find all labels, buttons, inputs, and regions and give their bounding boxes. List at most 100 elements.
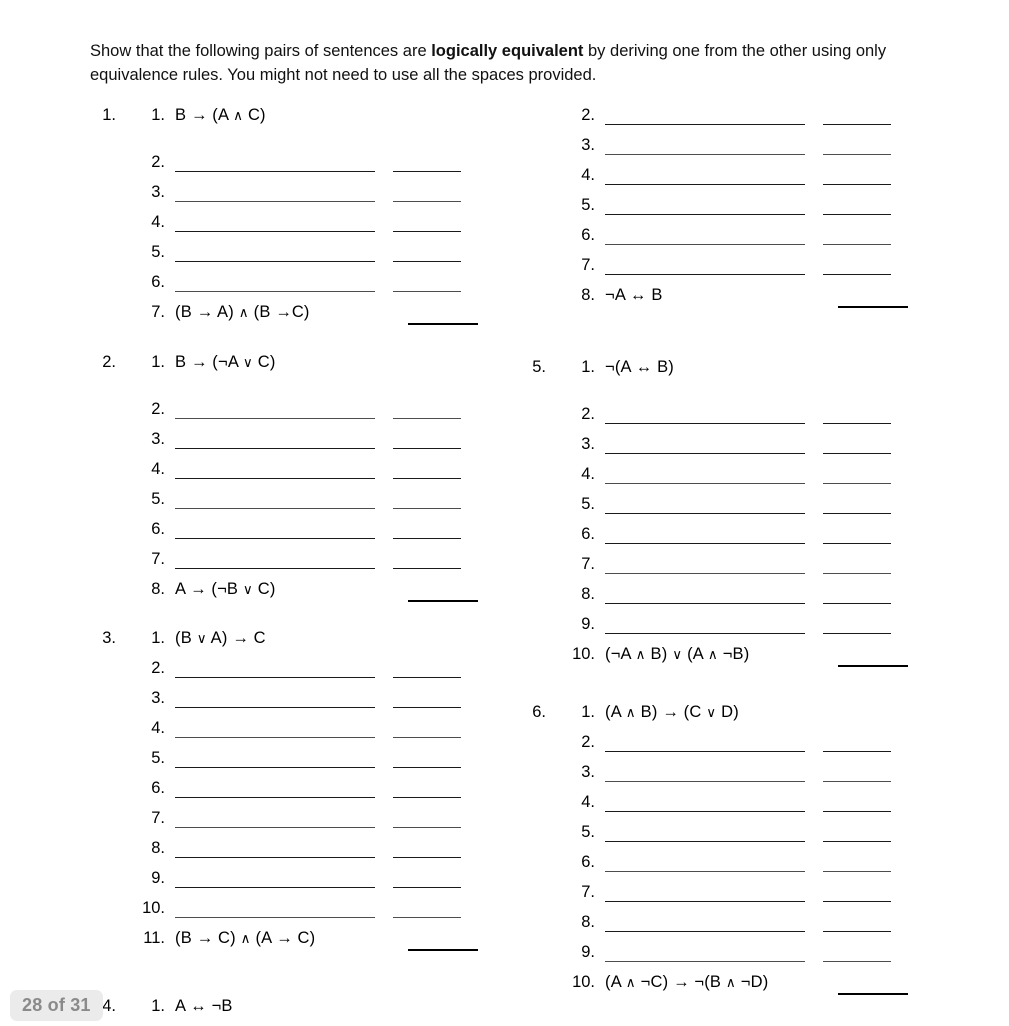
justification-blank[interactable] (823, 961, 891, 962)
formula-blank[interactable] (605, 931, 805, 932)
formula-blank[interactable] (175, 478, 375, 479)
derivation-row: 1. B → (A ∧ C) (78, 105, 508, 152)
justification-blank[interactable] (393, 827, 461, 828)
justification-blank[interactable] (408, 949, 478, 951)
formula-blank[interactable] (605, 453, 805, 454)
justification-blank[interactable] (823, 423, 891, 424)
formula-blank[interactable] (605, 573, 805, 574)
formula-blank[interactable] (605, 124, 805, 125)
justification-blank[interactable] (393, 261, 461, 262)
justification-blank[interactable] (393, 887, 461, 888)
derivation-row: 3. (78, 182, 508, 212)
justification-blank[interactable] (393, 857, 461, 858)
derivation-row: 5. (78, 748, 508, 778)
formula-blank[interactable] (175, 231, 375, 232)
formula-blank[interactable] (605, 154, 805, 155)
formula-blank[interactable] (175, 917, 375, 918)
formula-blank[interactable] (605, 274, 805, 275)
derivation-row: 2. (78, 658, 508, 688)
formula-blank[interactable] (175, 857, 375, 858)
formula-blank[interactable] (605, 811, 805, 812)
step-number: 10. (142, 899, 165, 917)
justification-blank[interactable] (393, 568, 461, 569)
justification-blank[interactable] (823, 811, 891, 812)
formula-blank[interactable] (605, 214, 805, 215)
formula-blank[interactable] (175, 677, 375, 678)
justification-blank[interactable] (823, 483, 891, 484)
formula-blank[interactable] (175, 568, 375, 569)
formula-blank[interactable] (175, 737, 375, 738)
step-number: 7. (581, 883, 595, 901)
justification-blank[interactable] (823, 841, 891, 842)
formula-blank[interactable] (175, 887, 375, 888)
justification-blank[interactable] (823, 184, 891, 185)
justification-blank[interactable] (823, 124, 891, 125)
formula-blank[interactable] (605, 633, 805, 634)
justification-blank[interactable] (823, 871, 891, 872)
formula-blank[interactable] (175, 797, 375, 798)
justification-blank[interactable] (393, 201, 461, 202)
justification-blank[interactable] (823, 751, 891, 752)
justification-blank[interactable] (393, 917, 461, 918)
justification-blank[interactable] (393, 418, 461, 419)
formula-blank[interactable] (175, 707, 375, 708)
justification-blank[interactable] (823, 931, 891, 932)
justification-blank[interactable] (823, 901, 891, 902)
formula-blank[interactable] (175, 448, 375, 449)
justification-blank[interactable] (393, 797, 461, 798)
formula-blank[interactable] (175, 827, 375, 828)
justification-blank[interactable] (393, 448, 461, 449)
justification-blank[interactable] (823, 603, 891, 604)
formula-blank[interactable] (605, 751, 805, 752)
justification-blank[interactable] (393, 737, 461, 738)
justification-blank[interactable] (823, 453, 891, 454)
formula-blank[interactable] (605, 961, 805, 962)
justification-blank[interactable] (823, 274, 891, 275)
formula-blank[interactable] (175, 508, 375, 509)
formula-blank[interactable] (605, 871, 805, 872)
formula-blank[interactable] (605, 603, 805, 604)
justification-blank[interactable] (838, 993, 908, 995)
justification-blank[interactable] (823, 154, 891, 155)
step-number: 5. (581, 196, 595, 214)
formula-blank[interactable] (175, 418, 375, 419)
justification-blank[interactable] (393, 171, 461, 172)
justification-blank[interactable] (838, 665, 908, 667)
formula-blank[interactable] (175, 538, 375, 539)
formula-blank[interactable] (605, 841, 805, 842)
formula-blank[interactable] (175, 201, 375, 202)
justification-blank[interactable] (393, 707, 461, 708)
justification-blank[interactable] (393, 231, 461, 232)
formula-blank[interactable] (175, 291, 375, 292)
justification-blank[interactable] (823, 573, 891, 574)
justification-blank[interactable] (823, 543, 891, 544)
formula-blank[interactable] (175, 261, 375, 262)
justification-blank[interactable] (408, 600, 478, 602)
justification-blank[interactable] (823, 513, 891, 514)
justification-blank[interactable] (838, 306, 908, 308)
justification-blank[interactable] (393, 767, 461, 768)
formula-blank[interactable] (605, 244, 805, 245)
formula-blank[interactable] (605, 901, 805, 902)
justification-blank[interactable] (823, 633, 891, 634)
formula-blank[interactable] (605, 543, 805, 544)
justification-blank[interactable] (823, 244, 891, 245)
step-number: 4. (581, 465, 595, 483)
justification-blank[interactable] (393, 508, 461, 509)
justification-blank[interactable] (393, 538, 461, 539)
justification-blank[interactable] (393, 677, 461, 678)
justification-blank[interactable] (393, 291, 461, 292)
formula-blank[interactable] (605, 781, 805, 782)
formula-blank[interactable] (605, 483, 805, 484)
formula-text: B → (¬A ∨ C) (175, 353, 276, 371)
justification-blank[interactable] (823, 214, 891, 215)
formula-blank[interactable] (605, 423, 805, 424)
formula-blank[interactable] (605, 513, 805, 514)
justification-blank[interactable] (823, 781, 891, 782)
justification-blank[interactable] (408, 323, 478, 325)
derivation-row: 1. ¬(A ↔ B) (508, 357, 938, 404)
justification-blank[interactable] (393, 478, 461, 479)
formula-blank[interactable] (605, 184, 805, 185)
formula-blank[interactable] (175, 767, 375, 768)
formula-blank[interactable] (175, 171, 375, 172)
